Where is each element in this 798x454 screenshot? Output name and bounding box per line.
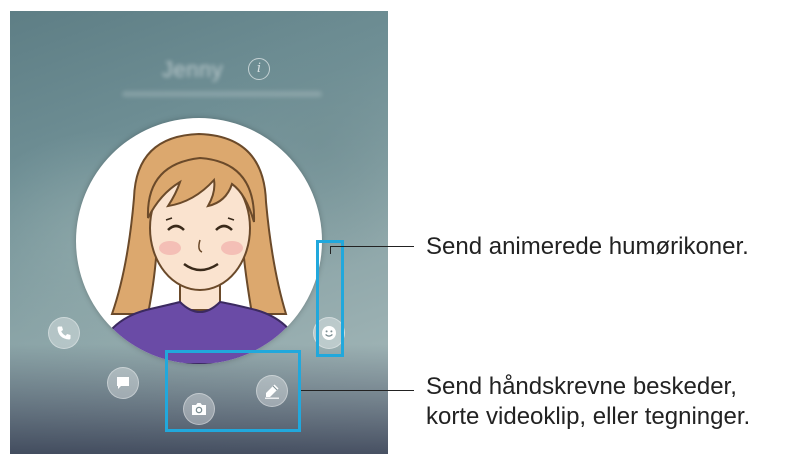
avatar-illustration: [94, 132, 306, 364]
emoji-callout-line: [330, 246, 331, 254]
message-button[interactable]: [107, 367, 139, 399]
call-button[interactable]: [48, 317, 80, 349]
handwriting-callout-line: [301, 390, 414, 391]
phone-icon: [56, 325, 72, 341]
emoji-callout-line: [330, 246, 414, 247]
handwriting-highlight-box: [165, 350, 301, 432]
contact-avatar[interactable]: [76, 118, 322, 364]
contact-subtitle: [122, 91, 322, 97]
contact-name: Jenny: [162, 57, 224, 82]
handwriting-callout-text-line1: Send håndskrevne beskeder,: [426, 373, 737, 400]
chat-bubble-icon: [115, 375, 131, 391]
info-icon[interactable]: i: [248, 58, 270, 80]
emoji-highlight-box: [316, 240, 344, 357]
handwriting-callout-text-line2: korte videoklip, eller tegninger.: [426, 403, 751, 430]
emoji-callout-text: Send animerede humørikoner.: [426, 233, 749, 260]
